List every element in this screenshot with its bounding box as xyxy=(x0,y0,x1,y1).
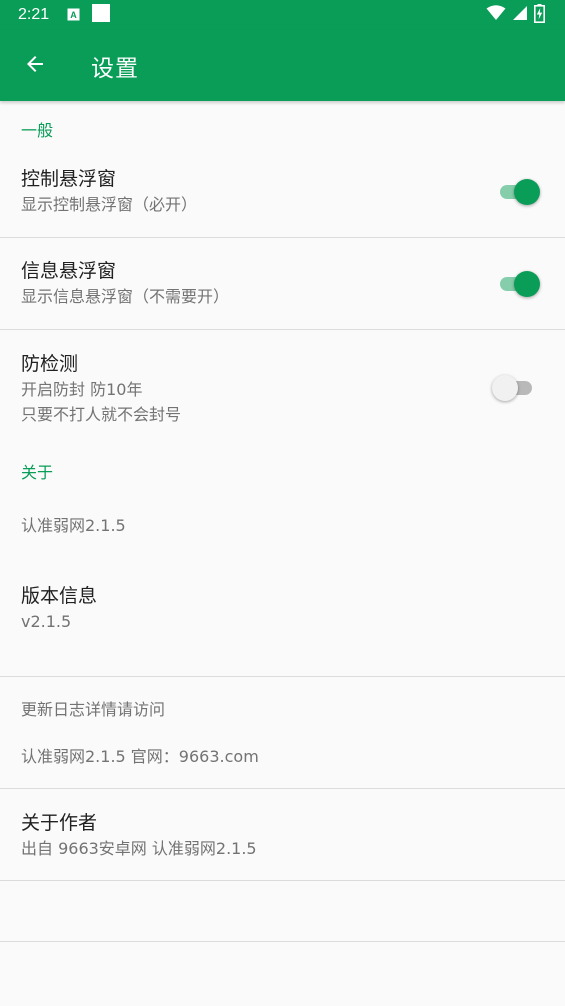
pref-author-title: 关于作者 xyxy=(21,812,98,834)
control-float-switch[interactable] xyxy=(498,179,540,205)
app-bar: 设置 xyxy=(0,30,565,101)
back-button[interactable] xyxy=(0,30,70,101)
pref-changelog[interactable]: 更新日志详情请访问 认准弱网2.1.5 官网：9663.com xyxy=(0,677,565,788)
pref-author-summary: 出自 9663安卓网 认准弱网2.1.5 xyxy=(21,839,257,858)
pref-control-float-title: 控制悬浮窗 xyxy=(21,168,117,190)
status-right-icons xyxy=(486,3,545,27)
wifi-icon xyxy=(486,5,506,25)
svg-text:A: A xyxy=(70,10,77,20)
pref-app-name[interactable]: 认准弱网2.1.5 xyxy=(0,491,565,583)
battery-charging-icon xyxy=(534,3,545,27)
switch-thumb xyxy=(514,179,540,205)
pref-info-float-title: 信息悬浮窗 xyxy=(21,260,117,282)
pref-anti-detect[interactable]: 防检测 开启防封 防10年 只要不打人就不会封号 xyxy=(0,330,565,445)
square-icon xyxy=(92,4,111,26)
divider xyxy=(0,941,565,942)
status-left-icons: A xyxy=(67,4,111,26)
anti-detect-switch[interactable] xyxy=(492,375,540,401)
pref-anti-detect-summary-1: 开启防封 防10年 xyxy=(21,380,143,399)
info-float-switch[interactable] xyxy=(498,271,540,297)
page-title: 设置 xyxy=(91,55,139,82)
pref-version-summary: v2.1.5 xyxy=(21,612,72,631)
pref-anti-detect-summary-2: 只要不打人就不会封号 xyxy=(21,405,182,424)
pref-info-float[interactable]: 信息悬浮窗 显示信息悬浮窗（不需要开） xyxy=(0,238,565,329)
a-icon: A xyxy=(67,6,80,25)
arrow-left-icon xyxy=(23,52,47,80)
empty-pref-row xyxy=(0,881,565,941)
pref-control-float[interactable]: 控制悬浮窗 显示控制悬浮窗（必开） xyxy=(0,149,565,237)
website-text: 认准弱网2.1.5 官网：9663.com xyxy=(21,747,259,766)
pref-anti-detect-title: 防检测 xyxy=(21,353,79,375)
status-time: 2:21 xyxy=(18,6,50,23)
changelog-text: 更新日志详情请访问 xyxy=(21,700,166,719)
app-name-text: 认准弱网2.1.5 xyxy=(21,516,126,535)
pref-info-float-summary: 显示信息悬浮窗（不需要开） xyxy=(21,287,230,306)
pref-version-title: 版本信息 xyxy=(21,585,98,607)
pref-control-float-summary: 显示控制悬浮窗（必开） xyxy=(21,195,198,214)
category-general-header: 一般 xyxy=(21,121,54,140)
signal-icon xyxy=(512,5,528,25)
switch-thumb xyxy=(514,271,540,297)
pref-about-author[interactable]: 关于作者 出自 9663安卓网 认准弱网2.1.5 xyxy=(0,789,565,880)
category-about-header: 关于 xyxy=(21,463,54,482)
switch-thumb xyxy=(492,375,518,401)
pref-version-info[interactable]: 版本信息 v2.1.5 xyxy=(0,583,565,676)
status-bar: 2:21 A xyxy=(0,0,565,30)
